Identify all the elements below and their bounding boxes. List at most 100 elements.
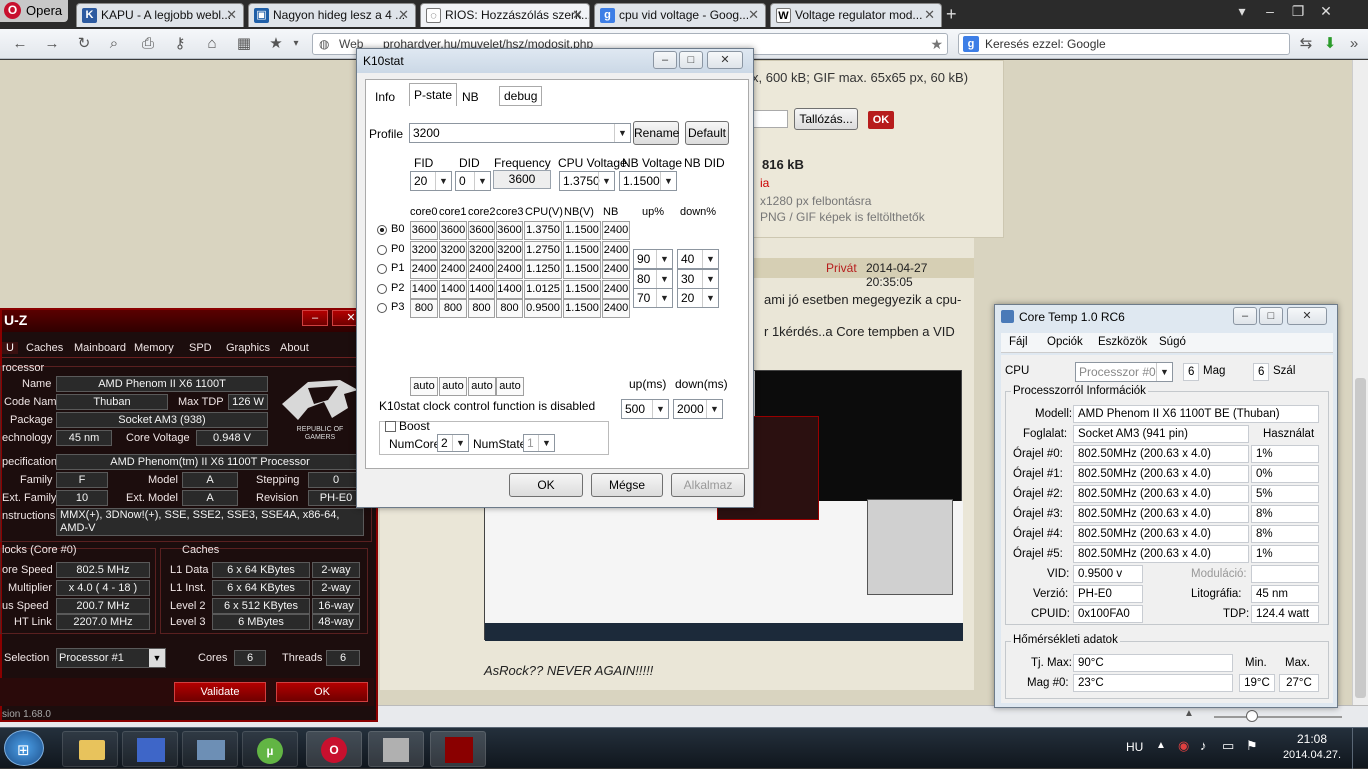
profile-select[interactable]: 3200 ▼	[409, 123, 631, 143]
minimize-icon[interactable]: –	[1233, 307, 1257, 325]
tab-p-state[interactable]: P-state	[409, 83, 458, 106]
up-percent-select[interactable]: 70 ▼	[633, 288, 673, 308]
bookmark-star-icon[interactable]: ★	[266, 35, 286, 53]
menu-tools[interactable]: Eszközök	[1098, 336, 1147, 348]
network-taskbar-icon[interactable]	[182, 731, 238, 767]
chevron-down-icon[interactable]: ▼	[702, 289, 718, 307]
tab-memory[interactable]: Memory	[134, 342, 174, 354]
down-percent-select[interactable]: 20 ▼	[677, 288, 719, 308]
search-icon[interactable]: ⌕	[104, 35, 124, 53]
chevron-down-icon[interactable]: ▼	[652, 400, 668, 418]
close-icon[interactable]: ✕	[707, 51, 743, 69]
tab-debug[interactable]: debug	[499, 86, 543, 106]
pstate-cell[interactable]: 2400	[496, 260, 523, 279]
opera-taskbar-icon[interactable]: O	[306, 731, 362, 767]
pstate-cell[interactable]: 1.2750	[524, 240, 562, 260]
search-field[interactable]: g Keresés ezzel: Google	[958, 33, 1290, 55]
coretemp-title-bar[interactable]: Core Temp 1.0 RC6	[995, 305, 1337, 329]
pstate-cell[interactable]: 1.3750	[524, 221, 562, 240]
close-window-icon[interactable]: ✕	[1312, 3, 1340, 20]
minimize-icon[interactable]: –	[302, 310, 328, 326]
pstate-cell[interactable]: 3200	[410, 240, 438, 260]
apply-button[interactable]: Alkalmaz	[671, 473, 745, 497]
auto-button[interactable]: auto	[468, 377, 496, 396]
tab-nb[interactable]: NB	[462, 90, 479, 104]
chevron-down-icon[interactable]: ▼	[660, 172, 676, 190]
pstate-cell[interactable]: 3600	[468, 221, 495, 240]
up-percent-select[interactable]: 80 ▼	[633, 269, 673, 289]
pstate-cell[interactable]: 2400	[602, 240, 630, 260]
close-icon[interactable]: ✕	[748, 4, 759, 26]
boost-checkbox[interactable]	[385, 421, 396, 432]
browse-button[interactable]: Tallózás...	[794, 108, 858, 130]
translate-icon[interactable]: ⇆	[1296, 35, 1316, 53]
chevron-down-icon[interactable]: ▼	[598, 172, 614, 190]
pstate-cell[interactable]: 1.1500	[563, 299, 601, 318]
pstate-cell[interactable]: 800	[468, 299, 495, 318]
pstate-cell[interactable]: 1.1500	[563, 221, 601, 240]
start-button[interactable]: ⊞	[4, 730, 44, 766]
page-scrollbar[interactable]	[1352, 60, 1368, 705]
clock-time[interactable]: 21:08	[1284, 732, 1340, 746]
tab-caches[interactable]: Caches	[26, 342, 63, 354]
auto-button[interactable]: auto	[439, 377, 467, 396]
chevron-down-icon[interactable]: ▼	[538, 435, 554, 451]
tab-rios[interactable]: ◌ RIOS: Hozzászólás szerk... ✕	[420, 3, 590, 27]
ok-button[interactable]: OK	[276, 682, 368, 702]
tab-cpu[interactable]: U	[2, 342, 18, 354]
auto-button[interactable]: auto	[410, 377, 438, 396]
chevron-down-icon[interactable]: ▼	[702, 270, 718, 288]
utorrent-taskbar-icon[interactable]: µ	[242, 731, 298, 767]
fid-select[interactable]: 20 ▼	[410, 171, 452, 191]
numstate-select[interactable]: 1 ▼	[523, 434, 555, 452]
close-icon[interactable]: ✕	[226, 4, 237, 26]
scrollbar-thumb[interactable]	[1355, 378, 1366, 698]
chevron-down-icon[interactable]: ▼	[149, 649, 165, 667]
nb-voltage-select[interactable]: 1.1500 ▼	[619, 171, 677, 191]
zoom-slider-handle[interactable]	[1246, 710, 1258, 722]
pstate-cell[interactable]: 2400	[410, 260, 438, 279]
maximize-icon[interactable]: □	[1259, 307, 1283, 325]
bookmark-star-icon[interactable]: ★	[930, 34, 943, 54]
key-icon[interactable]: ⚷	[170, 35, 190, 53]
volume-icon[interactable]: ♪	[1200, 738, 1207, 753]
did-select[interactable]: 0 ▼	[455, 171, 491, 191]
down-percent-select[interactable]: 40 ▼	[677, 249, 719, 269]
chevron-down-icon[interactable]: ▼	[656, 270, 672, 288]
pstate-cell[interactable]: 2400	[468, 260, 495, 279]
print-icon[interactable]: ⎙	[138, 35, 158, 53]
minimize-icon[interactable]: –	[1256, 3, 1284, 19]
back-icon[interactable]: ←	[10, 35, 30, 53]
control-panel-taskbar-icon[interactable]	[122, 731, 178, 767]
chevron-down-icon[interactable]: ▾	[286, 35, 306, 53]
chevron-down-icon[interactable]: ▼	[452, 435, 468, 451]
zoom-slider[interactable]	[1214, 716, 1342, 718]
tab-menu-chevron-icon[interactable]: ▾	[1228, 3, 1256, 20]
validate-button[interactable]: Validate	[174, 682, 266, 702]
pstate-cell[interactable]: 800	[496, 299, 523, 318]
chevron-down-icon[interactable]: ▼	[1156, 363, 1172, 381]
tab-about[interactable]: About	[280, 342, 309, 354]
down-percent-select[interactable]: 30 ▼	[677, 269, 719, 289]
close-icon[interactable]: ✕	[924, 4, 935, 26]
upload-ok-button[interactable]: OK	[868, 111, 894, 129]
pstate-cell[interactable]: 3200	[468, 240, 495, 260]
numcore-select[interactable]: 2 ▼	[437, 434, 469, 452]
pstate-cell[interactable]: 2400	[602, 221, 630, 240]
default-button[interactable]: Default	[685, 121, 729, 145]
menu-options[interactable]: Opciók	[1047, 336, 1083, 348]
tab-graphics[interactable]: Graphics	[226, 342, 270, 354]
new-tab-icon[interactable]: +	[946, 4, 957, 25]
explorer-taskbar-icon[interactable]	[62, 731, 118, 767]
show-desktop-button[interactable]	[1352, 728, 1368, 769]
chevron-down-icon[interactable]: ▼	[706, 400, 722, 418]
tab-weather[interactable]: ▣ Nagyon hideg lesz a 4 ... ✕	[248, 3, 416, 27]
pstate-cell[interactable]: 3600	[496, 221, 523, 240]
chevron-down-icon[interactable]: ▼	[656, 250, 672, 268]
cpu-voltage-select[interactable]: 1.3750 ▼	[559, 171, 615, 191]
download-arrow-icon[interactable]: ⬇	[1320, 35, 1340, 53]
reload-icon[interactable]: ↻	[74, 35, 94, 53]
up-arrow-icon[interactable]: ▲	[1184, 708, 1194, 719]
close-icon[interactable]: ✕	[1287, 307, 1327, 325]
processor-selector[interactable]: Processor #1 ▼	[56, 648, 166, 668]
